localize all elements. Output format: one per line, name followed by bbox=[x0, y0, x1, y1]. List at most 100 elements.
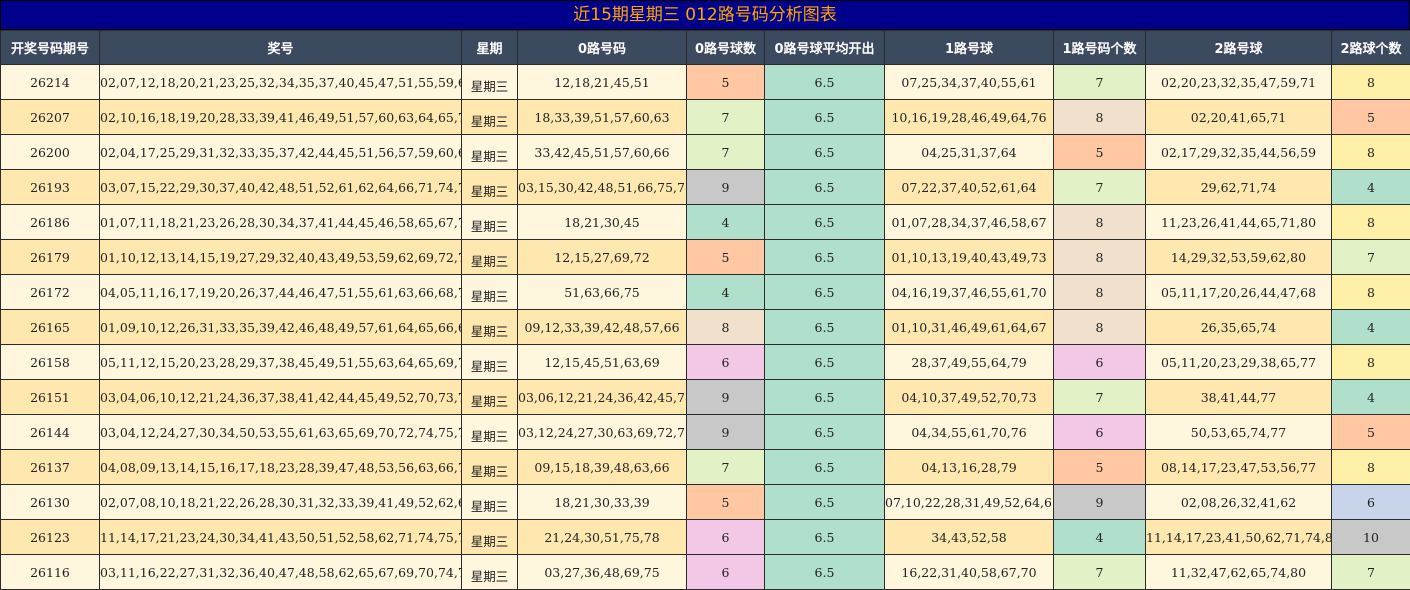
route2-count-cell: 8 bbox=[1332, 450, 1410, 485]
issue-number-cell: 26158 bbox=[1, 345, 100, 380]
route1-numbers-cell: 34,43,52,58 bbox=[885, 520, 1054, 555]
route0-count-cell: 9 bbox=[687, 415, 765, 450]
route1-count-cell: 7 bbox=[1054, 170, 1146, 205]
route1-count-cell: 8 bbox=[1054, 100, 1146, 135]
route2-count-cell: 5 bbox=[1332, 100, 1410, 135]
route0-count-cell: 6 bbox=[687, 520, 765, 555]
table-row: 2613002,07,08,10,18,21,22,26,28,30,31,32… bbox=[1, 485, 1410, 520]
header-row: 开奖号码期号 奖号 星期 0路号码 0路号球数 0路号球平均开出 1路号球 1路… bbox=[1, 31, 1410, 65]
weekday-cell: 星期三 bbox=[462, 450, 518, 485]
winning-numbers-cell: 04,08,09,13,14,15,16,17,18,23,28,39,47,4… bbox=[100, 450, 462, 485]
route0-numbers-cell: 33,42,45,51,57,60,66 bbox=[518, 135, 687, 170]
analysis-table: 开奖号码期号 奖号 星期 0路号码 0路号球数 0路号球平均开出 1路号球 1路… bbox=[0, 30, 1410, 590]
route1-count-cell: 6 bbox=[1054, 415, 1146, 450]
route0-average-cell: 6.5 bbox=[765, 240, 885, 275]
weekday-cell: 星期三 bbox=[462, 170, 518, 205]
route1-numbers-cell: 28,37,49,55,64,79 bbox=[885, 345, 1054, 380]
header-route0-count: 0路号球数 bbox=[687, 31, 765, 65]
route0-numbers-cell: 03,06,12,21,24,36,42,45,78 bbox=[518, 380, 687, 415]
weekday-label: 星期三 bbox=[471, 426, 509, 445]
route1-count-cell: 7 bbox=[1054, 555, 1146, 590]
route1-count-cell: 7 bbox=[1054, 65, 1146, 100]
table-row: 2613704,08,09,13,14,15,16,17,18,23,28,39… bbox=[1, 450, 1410, 485]
route0-count-cell: 5 bbox=[687, 240, 765, 275]
route0-count-cell: 6 bbox=[687, 345, 765, 380]
weekday-cell: 星期三 bbox=[462, 100, 518, 135]
header-route2-count: 2路球个数 bbox=[1332, 31, 1410, 65]
winning-numbers-cell: 03,04,06,10,12,21,24,36,37,38,41,42,44,4… bbox=[100, 380, 462, 415]
weekday-cell: 星期三 bbox=[462, 415, 518, 450]
route1-count-cell: 8 bbox=[1054, 205, 1146, 240]
header-issue: 开奖号码期号 bbox=[1, 31, 100, 65]
route0-numbers-cell: 03,12,24,27,30,63,69,72,75 bbox=[518, 415, 687, 450]
table-row: 2611603,11,16,22,27,31,32,36,40,47,48,58… bbox=[1, 555, 1410, 590]
route2-numbers-cell: 05,11,17,20,26,44,47,68 bbox=[1146, 275, 1332, 310]
winning-numbers-cell: 01,10,12,13,14,15,19,27,29,32,40,43,49,5… bbox=[100, 240, 462, 275]
route0-average-cell: 6.5 bbox=[765, 135, 885, 170]
table-row: 2614403,04,12,24,27,30,34,50,53,55,61,63… bbox=[1, 415, 1410, 450]
route0-average-cell: 6.5 bbox=[765, 100, 885, 135]
route2-numbers-cell: 26,35,65,74 bbox=[1146, 310, 1332, 345]
table-row: 2618601,07,11,18,21,23,26,28,30,34,37,41… bbox=[1, 205, 1410, 240]
route2-numbers-cell: 14,29,32,53,59,62,80 bbox=[1146, 240, 1332, 275]
issue-number-cell: 26123 bbox=[1, 520, 100, 555]
route0-count-cell: 7 bbox=[687, 450, 765, 485]
winning-numbers-cell: 11,14,17,21,23,24,30,34,41,43,50,51,52,5… bbox=[100, 520, 462, 555]
route0-numbers-cell: 12,15,27,69,72 bbox=[518, 240, 687, 275]
route1-count-cell: 6 bbox=[1054, 345, 1146, 380]
header-weekday: 星期 bbox=[462, 31, 518, 65]
route2-numbers-cell: 02,20,23,32,35,47,59,71 bbox=[1146, 65, 1332, 100]
weekday-cell: 星期三 bbox=[462, 345, 518, 380]
route1-numbers-cell: 01,10,31,46,49,61,64,67 bbox=[885, 310, 1054, 345]
header-route0-numbers: 0路号码 bbox=[518, 31, 687, 65]
route2-numbers-cell: 29,62,71,74 bbox=[1146, 170, 1332, 205]
weekday-label: 星期三 bbox=[471, 391, 509, 410]
table-row: 2619303,07,15,22,29,30,37,40,42,48,51,52… bbox=[1, 170, 1410, 205]
winning-numbers-cell: 02,07,08,10,18,21,22,26,28,30,31,32,33,3… bbox=[100, 485, 462, 520]
route2-count-cell: 4 bbox=[1332, 310, 1410, 345]
table-row: 2617901,10,12,13,14,15,19,27,29,32,40,43… bbox=[1, 240, 1410, 275]
header-route1-count: 1路号码个数 bbox=[1054, 31, 1146, 65]
route0-count-cell: 4 bbox=[687, 275, 765, 310]
route0-numbers-cell: 12,18,21,45,51 bbox=[518, 65, 687, 100]
route2-count-cell: 7 bbox=[1332, 240, 1410, 275]
table-row: 2616501,09,10,12,26,31,33,35,39,42,46,48… bbox=[1, 310, 1410, 345]
route1-numbers-cell: 04,16,19,37,46,55,61,70 bbox=[885, 275, 1054, 310]
route2-numbers-cell: 02,08,26,32,41,62 bbox=[1146, 485, 1332, 520]
route1-numbers-cell: 10,16,19,28,46,49,64,76 bbox=[885, 100, 1054, 135]
route0-count-cell: 4 bbox=[687, 205, 765, 240]
route1-numbers-cell: 04,10,37,49,52,70,73 bbox=[885, 380, 1054, 415]
weekday-label: 星期三 bbox=[471, 321, 509, 340]
weekday-label: 星期三 bbox=[471, 111, 509, 130]
route0-numbers-cell: 51,63,66,75 bbox=[518, 275, 687, 310]
issue-number-cell: 26200 bbox=[1, 135, 100, 170]
route0-numbers-cell: 09,12,33,39,42,48,57,66 bbox=[518, 310, 687, 345]
issue-number-cell: 26193 bbox=[1, 170, 100, 205]
route1-numbers-cell: 07,25,34,37,40,55,61 bbox=[885, 65, 1054, 100]
table-row: 2612311,14,17,21,23,24,30,34,41,43,50,51… bbox=[1, 520, 1410, 555]
route0-average-cell: 6.5 bbox=[765, 310, 885, 345]
route2-count-cell: 8 bbox=[1332, 275, 1410, 310]
route0-average-cell: 6.5 bbox=[765, 275, 885, 310]
route2-numbers-cell: 50,53,65,74,77 bbox=[1146, 415, 1332, 450]
route2-numbers-cell: 05,11,20,23,29,38,65,77 bbox=[1146, 345, 1332, 380]
winning-numbers-cell: 02,10,16,18,19,20,28,33,39,41,46,49,51,5… bbox=[100, 100, 462, 135]
route2-numbers-cell: 38,41,44,77 bbox=[1146, 380, 1332, 415]
route0-average-cell: 6.5 bbox=[765, 170, 885, 205]
route2-count-cell: 8 bbox=[1332, 135, 1410, 170]
route0-numbers-cell: 09,15,18,39,48,63,66 bbox=[518, 450, 687, 485]
route2-numbers-cell: 02,17,29,32,35,44,56,59 bbox=[1146, 135, 1332, 170]
route1-count-cell: 8 bbox=[1054, 240, 1146, 275]
route1-numbers-cell: 01,10,13,19,40,43,49,73 bbox=[885, 240, 1054, 275]
winning-numbers-cell: 03,11,16,22,27,31,32,36,40,47,48,58,62,6… bbox=[100, 555, 462, 590]
header-route0-average: 0路号球平均开出 bbox=[765, 31, 885, 65]
weekday-cell: 星期三 bbox=[462, 555, 518, 590]
route0-average-cell: 6.5 bbox=[765, 415, 885, 450]
table-body: 2621402,07,12,18,20,21,23,25,32,34,35,37… bbox=[1, 65, 1410, 590]
winning-numbers-cell: 03,04,12,24,27,30,34,50,53,55,61,63,65,6… bbox=[100, 415, 462, 450]
route0-numbers-cell: 03,27,36,48,69,75 bbox=[518, 555, 687, 590]
route0-count-cell: 5 bbox=[687, 485, 765, 520]
route0-average-cell: 6.5 bbox=[765, 65, 885, 100]
weekday-label: 星期三 bbox=[471, 496, 509, 515]
route0-numbers-cell: 18,21,30,45 bbox=[518, 205, 687, 240]
